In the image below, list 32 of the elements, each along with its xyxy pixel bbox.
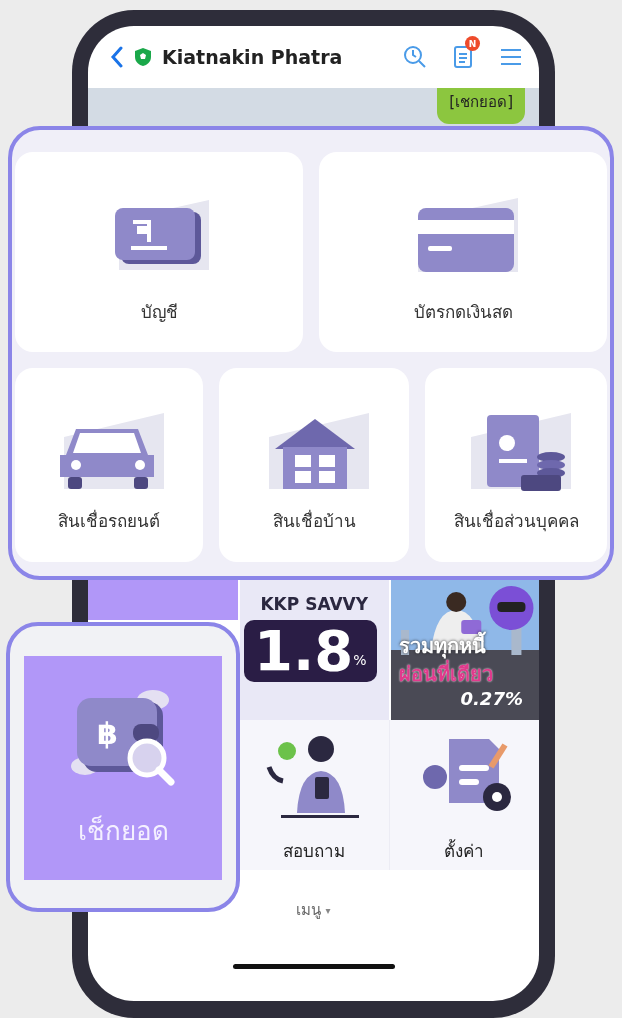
banner-subline: ผ่อนที่เดียว	[398, 658, 493, 690]
loan-banner[interactable]: รวมทุกหนี้ ผ่อนที่เดียว 0.27%	[390, 580, 539, 720]
document-icon[interactable]	[453, 45, 473, 69]
tile-label: เช็กยอด	[77, 814, 169, 848]
rate-value: 1.8	[254, 620, 354, 682]
back-icon[interactable]	[110, 46, 124, 68]
menu-label: เมนู	[296, 900, 322, 921]
rate-unit: %	[353, 651, 367, 670]
savings-banner[interactable]: KKP SAVVY 1.8%	[240, 580, 389, 720]
product-label: สินเชื่อรถยนต์	[58, 508, 160, 533]
notification-badge: N	[465, 36, 480, 51]
menu-label: ตั้งค่า	[444, 838, 485, 863]
menu-label: สอบถาม	[282, 839, 345, 863]
menu-toggle[interactable]: เมนู ▾	[296, 898, 331, 922]
product-label: บัตรกดเงินสด	[413, 300, 513, 324]
rate-value: 0.27%	[460, 688, 523, 709]
product-card[interactable]: สินเชื่อบ้าน	[219, 368, 409, 562]
product-label: สินเชื่อบ้าน	[272, 508, 356, 533]
check-balance-button[interactable]: [เชกยอด]	[437, 88, 525, 124]
product-label: บัญชี	[140, 300, 178, 324]
product-card[interactable]: บัญชี	[15, 152, 303, 352]
product-label: สินเชื่อส่วนบุคคล	[453, 508, 579, 534]
check-balance-tile[interactable]	[88, 580, 238, 620]
product-card[interactable]: บัตรกดเงินสด	[319, 152, 607, 352]
banner-title: KKP SAVVY	[260, 594, 369, 614]
product-card[interactable]: สินเชื่อรถยนต์	[15, 368, 203, 562]
shield-icon	[134, 47, 152, 67]
window-title: Kiatnakin Phatra	[162, 46, 344, 68]
product-card[interactable]: สินเชื่อส่วนบุคคล	[425, 368, 607, 562]
menu-icon[interactable]	[499, 47, 523, 67]
menu-tile[interactable]: ตั้งค่า	[388, 720, 539, 870]
history-search-icon[interactable]	[403, 45, 427, 69]
